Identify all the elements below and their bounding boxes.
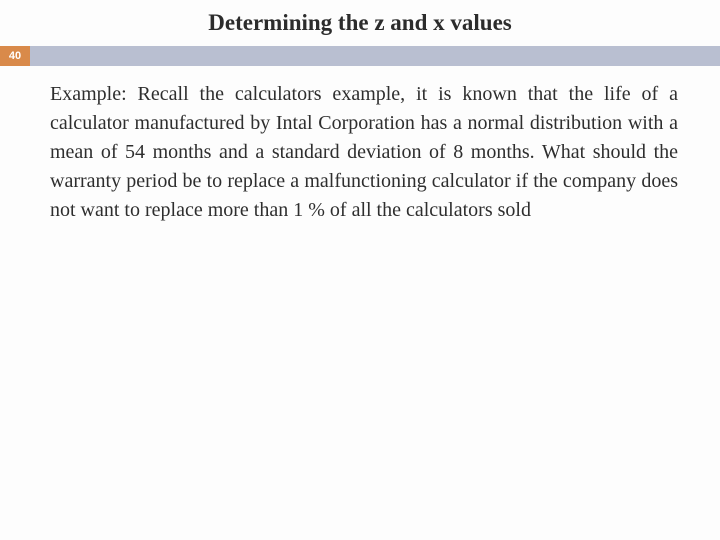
slide: Determining the z and x values 40 Exampl… — [0, 0, 720, 540]
slide-body-text: Example: Recall the calculators example,… — [0, 66, 720, 225]
page-number-badge: 40 — [0, 46, 30, 66]
header-band: 40 — [0, 46, 720, 66]
header-band-fill — [30, 46, 720, 66]
slide-title: Determining the z and x values — [0, 0, 720, 42]
